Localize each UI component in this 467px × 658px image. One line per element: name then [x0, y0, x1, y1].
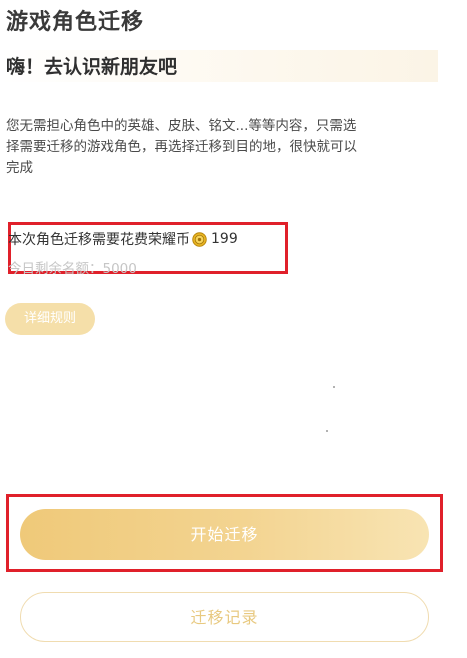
- greeting-text: 嗨！去认识新朋友吧: [6, 56, 178, 78]
- description-line-2: 择需要迁移的游戏角色，再选择迁移到目的地，很快就可以: [6, 139, 357, 155]
- decorative-speck: [326, 430, 328, 432]
- cost-amount: 199: [211, 231, 238, 247]
- migration-history-button[interactable]: 迁移记录: [20, 592, 429, 642]
- cost-label: 本次角色迁移需要花费荣耀币: [8, 232, 190, 248]
- cost-info: 本次角色迁移需要花费荣耀币 199: [8, 229, 238, 249]
- decorative-speck: [333, 386, 335, 388]
- migration-description: 您无需担心角色中的英雄、皮肤、铭文...等等内容，只需选 择需要迁移的游戏角色，…: [6, 116, 438, 179]
- remaining-quota: 今日剩余名额：5000: [8, 261, 137, 277]
- detailed-rules-button[interactable]: 详细规则: [5, 303, 95, 335]
- page-title: 游戏角色迁移: [6, 10, 145, 35]
- description-line-1: 您无需担心角色中的英雄、皮肤、铭文...等等内容，只需选: [6, 118, 357, 134]
- start-migration-button[interactable]: 开始迁移: [20, 509, 429, 560]
- description-line-3: 完成: [6, 160, 33, 176]
- coin-icon: [192, 231, 207, 247]
